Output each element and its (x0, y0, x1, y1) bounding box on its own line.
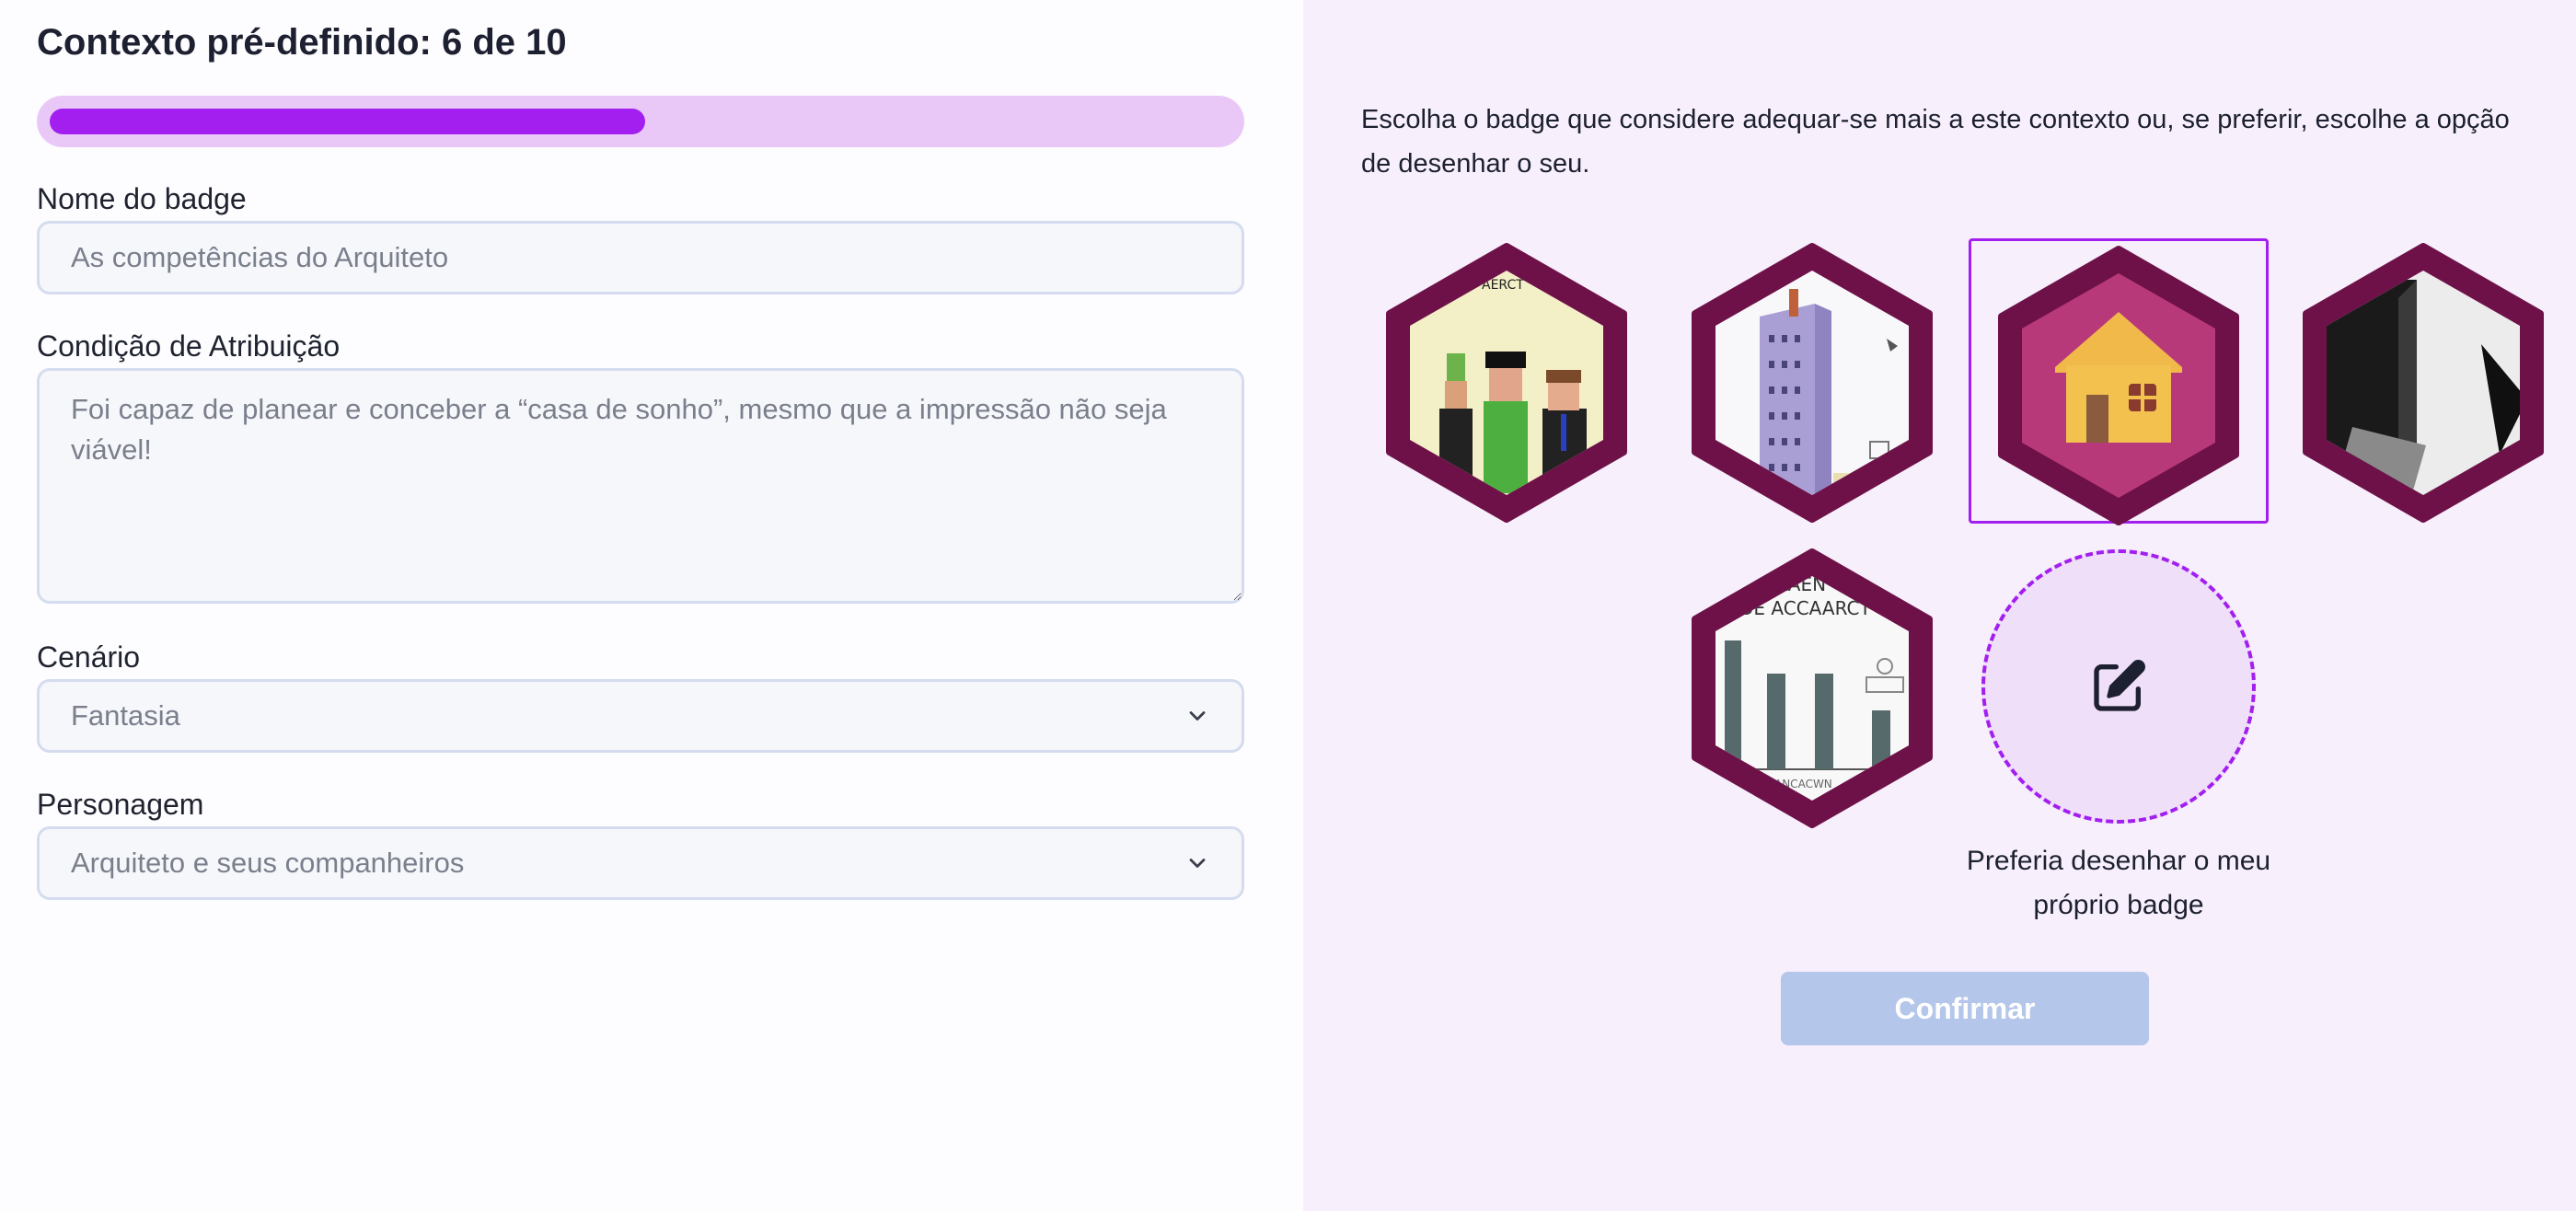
badge-option-abstract[interactable] (2297, 243, 2549, 523)
page-title: Contexto pré-definido: 6 de 10 (37, 22, 567, 63)
edit-icon (2094, 660, 2145, 711)
badge-option-chart[interactable]: ARAEN DE ACCAARCT OE ANCACWN (1686, 548, 1938, 828)
character-label: Personagem (37, 788, 204, 821)
scenario-label: Cenário (37, 640, 141, 674)
badge-option-house[interactable] (1993, 246, 2245, 525)
form-panel: Contexto pré-definido: 6 de 10 Nome do b… (0, 0, 1303, 1211)
draw-own-badge-button[interactable] (1981, 549, 2256, 824)
scenario-select[interactable]: Fantasia (37, 679, 1244, 753)
badge-name-label: Nome do badge (37, 182, 247, 215)
confirm-button[interactable]: Confirmar (1781, 972, 2149, 1045)
badge-instruction: Escolha o badge que considere adequar-se… (1361, 105, 2510, 179)
progress-bar-fill (50, 109, 645, 134)
chevron-down-icon (1189, 711, 1206, 721)
badge-name-input[interactable] (37, 221, 1244, 294)
condition-textarea[interactable] (37, 368, 1244, 604)
condition-label: Condição de Atribuição (37, 329, 341, 363)
character-select[interactable]: Arquiteto e seus companheiros (37, 826, 1244, 900)
badge-option-people[interactable]: AERCT (1380, 243, 1633, 523)
character-select-value: Arquiteto e seus companheiros (71, 847, 465, 879)
badge-option-building[interactable] (1686, 243, 1938, 523)
scenario-select-value: Fantasia (71, 699, 180, 732)
progress-bar (37, 96, 1244, 147)
draw-own-badge-label: Preferia desenhar o meu próprio badge (1966, 846, 2271, 920)
chevron-down-icon (1189, 859, 1206, 868)
